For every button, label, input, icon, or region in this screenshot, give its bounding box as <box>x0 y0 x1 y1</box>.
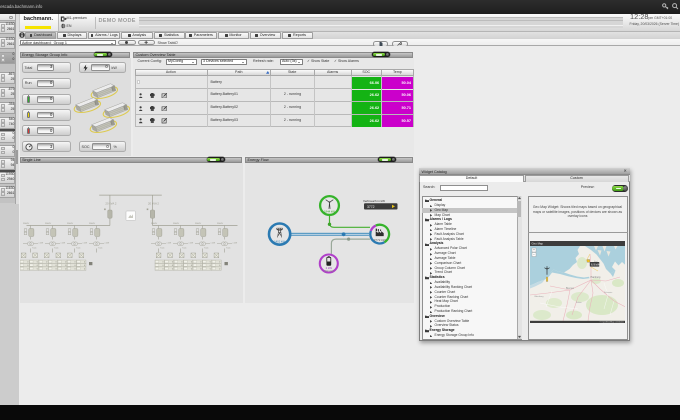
svg-text:x kW: x kW <box>166 242 171 244</box>
svg-text:NSHV: NSHV <box>217 223 224 225</box>
svg-text:Hamburg: Hamburg <box>590 276 601 279</box>
svg-text:Trafo: Trafo <box>182 246 186 249</box>
svg-text:NSHV: NSHV <box>45 223 52 225</box>
svg-text:NSHV: NSHV <box>195 223 202 225</box>
svg-text:© OpenStreetMap contributors: © OpenStreetMap contributors <box>599 320 623 322</box>
svg-text:1844 kW: 1844 kW <box>324 209 335 213</box>
svg-text:Trafo: Trafo <box>98 246 102 249</box>
svg-text:x kW: x kW <box>104 242 109 244</box>
svg-text:6.9 kW: 6.9 kW <box>591 262 600 266</box>
svg-text:x kW: x kW <box>210 242 215 244</box>
svg-text:Geo Map: Geo Map <box>531 241 543 245</box>
svg-text:Trafo: Trafo <box>160 246 164 249</box>
svg-text:Schwerin: Schwerin <box>604 292 612 294</box>
svg-text:1402 kW: 1402 kW <box>274 239 285 243</box>
svg-text:(266 kW): (266 kW) <box>324 270 334 273</box>
svg-text:Verbrauch in kW: Verbrauch in kW <box>363 199 385 203</box>
svg-text:20 kVA 2: 20 kVA 2 <box>105 201 116 205</box>
svg-text:−: − <box>533 252 535 256</box>
svg-text:NSHV: NSHV <box>151 223 158 225</box>
svg-text:3772 kW: 3772 kW <box>374 237 386 241</box>
svg-text:x kW: x kW <box>232 242 237 244</box>
svg-text:Trafo: Trafo <box>204 246 208 249</box>
svg-text:Trafo: Trafo <box>54 246 58 249</box>
svg-text:+: + <box>533 248 535 252</box>
svg-text:Oldenburg: Oldenburg <box>534 296 543 298</box>
svg-text:Trafo: Trafo <box>32 246 36 249</box>
svg-text:Bremen: Bremen <box>566 287 575 290</box>
svg-text:NSHV: NSHV <box>89 223 96 225</box>
svg-text:20 kVA 2: 20 kVA 2 <box>148 201 159 205</box>
svg-text:NSHV: NSHV <box>67 223 74 225</box>
svg-text:x kW: x kW <box>38 242 43 244</box>
svg-text:Trafo: Trafo <box>226 246 230 249</box>
svg-text:x kW: x kW <box>82 242 87 244</box>
svg-text:Soltau: Soltau <box>576 301 582 304</box>
svg-text:NSHV: NSHV <box>23 223 30 225</box>
svg-text:3772: 3772 <box>367 204 375 208</box>
svg-text:x kW: x kW <box>188 242 193 244</box>
svg-text:Trafo: Trafo <box>76 246 80 249</box>
svg-text:x kW: x kW <box>60 242 65 244</box>
svg-text:NSHV: NSHV <box>173 223 180 225</box>
